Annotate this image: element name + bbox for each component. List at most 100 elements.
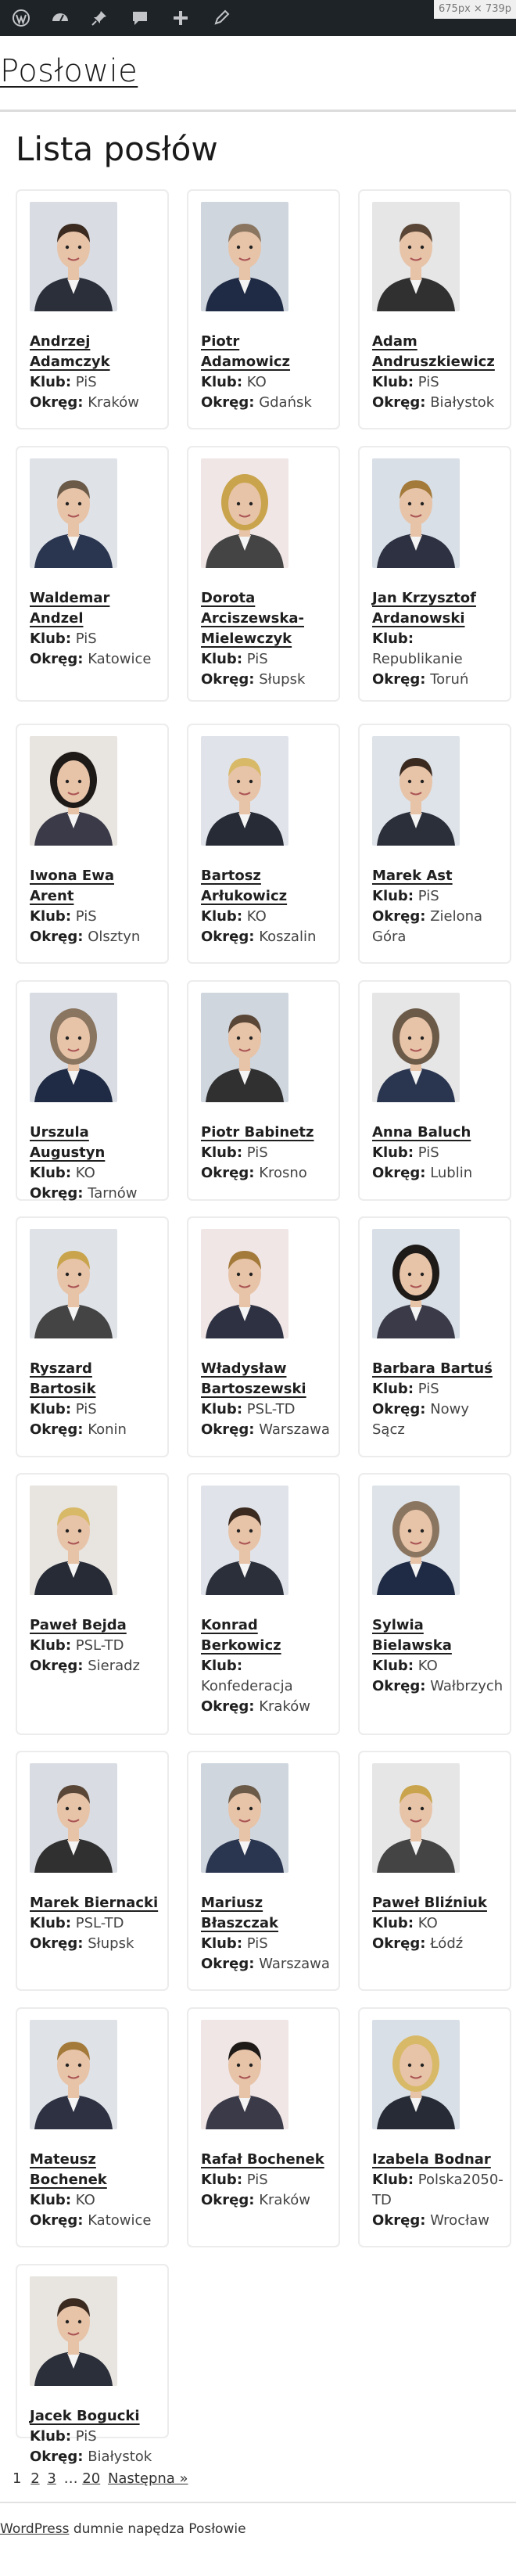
- member-klub: Klub: PiS: [372, 1379, 503, 1399]
- member-photo[interactable]: [372, 458, 460, 568]
- member-name-link[interactable]: Urszula Augustyn: [30, 1123, 161, 1163]
- member-name-link[interactable]: Konrad Berkowicz: [201, 1615, 332, 1656]
- member-okreg: Okręg: Gdańsk: [201, 393, 332, 413]
- member-photo[interactable]: [201, 736, 288, 846]
- member-name-link[interactable]: Barbara Bartuś: [372, 1359, 503, 1379]
- pagination-page-3[interactable]: 3: [47, 2470, 56, 2487]
- member-okreg: Okręg: Nowy Sącz: [372, 1399, 503, 1440]
- header-divider: [0, 110, 516, 112]
- member-photo[interactable]: [372, 736, 460, 846]
- member-info: Władysław Bartoszewski Klub: PSL-TD Okręg:…: [201, 1359, 332, 1440]
- member-photo[interactable]: [201, 993, 288, 1102]
- okreg-value: Białystok: [430, 394, 495, 411]
- footer-text: dumnie napędza Posłowie: [69, 2521, 246, 2537]
- member-name-link[interactable]: Piotr Babinetz: [201, 1123, 332, 1143]
- member-okreg: Okręg: Słupsk: [30, 1934, 161, 1954]
- member-photo[interactable]: [201, 1763, 288, 1873]
- klub-value: KO: [417, 1915, 438, 1931]
- member-name-link[interactable]: Piotr Adamowicz: [201, 332, 332, 372]
- okreg-label: Okręg:: [201, 394, 255, 411]
- member-klub: Klub: PiS: [201, 1934, 332, 1954]
- pin-icon[interactable]: [81, 0, 117, 36]
- pagination-last-page[interactable]: 20: [82, 2470, 100, 2487]
- member-photo[interactable]: [30, 2276, 117, 2386]
- member-photo[interactable]: [372, 1486, 460, 1595]
- member-name-link[interactable]: Marek Biernacki: [30, 1893, 161, 1913]
- member-okreg: Okręg: Katowice: [30, 649, 161, 670]
- member-name-link[interactable]: Jan Krzysztof Ardanowski: [372, 588, 503, 629]
- okreg-value: Wrocław: [430, 2212, 489, 2229]
- wordpress-link[interactable]: WordPress: [0, 2521, 69, 2537]
- member-klub: Klub: PiS: [30, 1399, 161, 1420]
- member-photo[interactable]: [30, 202, 117, 311]
- member-photo[interactable]: [30, 1486, 117, 1595]
- member-info: Piotr Babinetz Klub: PiS Okręg: Krosno: [201, 1123, 332, 1184]
- member-photo[interactable]: [201, 202, 288, 311]
- member-name-link[interactable]: Adam Andruszkiewicz: [372, 332, 503, 372]
- member-name-link[interactable]: Sylwia Bielawska: [372, 1615, 503, 1656]
- member-name-link[interactable]: Jacek Bogucki: [30, 2406, 161, 2427]
- member-okreg: Okręg: Zielona Góra: [372, 907, 503, 947]
- member-klub: Klub: PiS: [30, 372, 161, 393]
- member-name-link[interactable]: Izabela Bodnar: [372, 2150, 503, 2170]
- member-photo[interactable]: [372, 993, 460, 1102]
- member-name-link[interactable]: Władysław Bartoszewski: [201, 1359, 332, 1399]
- member-name-link[interactable]: Marek Ast: [372, 866, 503, 886]
- member-name-link[interactable]: Rafał Bochenek: [201, 2150, 332, 2170]
- member-photo[interactable]: [30, 1763, 117, 1873]
- member-okreg: Okręg: Toruń: [372, 670, 503, 690]
- okreg-label: Okręg:: [30, 2448, 84, 2465]
- member-name-link[interactable]: Mateusz Bochenek: [30, 2150, 161, 2190]
- member-photo[interactable]: [30, 736, 117, 846]
- member-info: Jan Krzysztof Ardanowski Klub: Republikan…: [372, 588, 503, 690]
- member-photo[interactable]: [30, 2020, 117, 2129]
- site-footer: WordPress dumnie napędza Posłowie: [0, 2521, 246, 2537]
- dashboard-icon[interactable]: [42, 0, 78, 36]
- member-name-link[interactable]: Dorota Arciszewska-Mielewczyk: [201, 588, 332, 649]
- member-name-link[interactable]: Anna Baluch: [372, 1123, 503, 1143]
- member-photo[interactable]: [201, 1486, 288, 1595]
- member-photo[interactable]: [201, 2020, 288, 2129]
- member-klub: Klub: KO: [30, 2190, 161, 2211]
- member-name-link[interactable]: Mariusz Błaszczak: [201, 1893, 332, 1934]
- plus-icon[interactable]: [163, 0, 199, 36]
- member-card: Ryszard Bartosik Klub: PiS Okręg: Konin: [16, 1216, 169, 1457]
- klub-label: Klub:: [30, 1165, 72, 1181]
- member-photo[interactable]: [372, 1763, 460, 1873]
- pagination-next[interactable]: Następna »: [108, 2470, 188, 2487]
- member-photo[interactable]: [372, 202, 460, 311]
- member-photo[interactable]: [201, 1229, 288, 1338]
- comments-icon[interactable]: [122, 0, 158, 36]
- member-photo[interactable]: [372, 1229, 460, 1338]
- klub-value: Republikanie: [372, 651, 463, 667]
- pagination-page-2[interactable]: 2: [30, 2470, 39, 2487]
- member-card: Sylwia Bielawska Klub: KO Okręg: Wałbrzych: [358, 1473, 511, 1735]
- edit-icon[interactable]: [203, 0, 239, 36]
- okreg-value: Kraków: [259, 1698, 310, 1715]
- member-name-link[interactable]: Bartosz Arłukowicz: [201, 866, 332, 907]
- klub-label: Klub:: [30, 1401, 72, 1417]
- member-klub: Klub: PiS: [201, 2170, 332, 2190]
- member-name-link[interactable]: Ryszard Bartosik: [30, 1359, 161, 1399]
- member-photo[interactable]: [30, 993, 117, 1102]
- member-klub: Klub: KO: [372, 1656, 503, 1676]
- member-name-link[interactable]: Paweł Bliźniuk: [372, 1893, 503, 1913]
- member-info: Izabela Bodnar Klub: Polska2050-TD Okręg: …: [372, 2150, 503, 2231]
- member-name-link[interactable]: Iwona Ewa Arent: [30, 866, 161, 907]
- okreg-label: Okręg:: [30, 1658, 84, 1674]
- site-title[interactable]: Posłowie: [0, 53, 138, 89]
- admin-bar: 675px × 739p: [0, 0, 516, 36]
- member-okreg: Okręg: Sieradz: [30, 1656, 161, 1676]
- member-name-link[interactable]: Waldemar Andzel: [30, 588, 161, 629]
- member-photo[interactable]: [372, 2020, 460, 2129]
- wordpress-icon[interactable]: [3, 0, 39, 36]
- member-photo[interactable]: [30, 458, 117, 568]
- member-name-link[interactable]: Andrzej Adamczyk: [30, 332, 161, 372]
- member-okreg: Okręg: Łódź: [372, 1934, 503, 1954]
- member-card: Marek Ast Klub: PiS Okręg: Zielona Góra: [358, 724, 511, 964]
- okreg-value: Katowice: [88, 2212, 152, 2229]
- klub-value: PiS: [246, 1935, 268, 1952]
- member-photo[interactable]: [30, 1229, 117, 1338]
- member-name-link[interactable]: Paweł Bejda: [30, 1615, 161, 1636]
- member-photo[interactable]: [201, 458, 288, 568]
